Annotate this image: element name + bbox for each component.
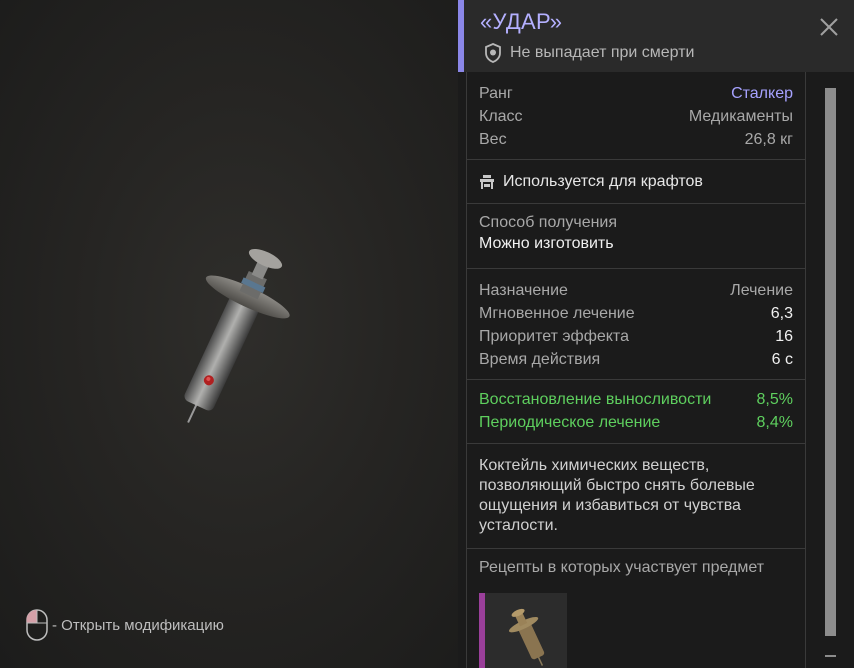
stat-value: Сталкер (731, 84, 793, 102)
item-details-panel: «УДАР» Не выпадает при смерти Ранг Сталк… (458, 0, 854, 668)
effect-row: Назначение Лечение (479, 279, 793, 302)
bonus-value: 8,4% (756, 413, 793, 431)
craft-usage-text: Используется для крафтов (503, 172, 703, 190)
obtain-value: Можно изготовить (479, 235, 614, 252)
stat-row-class: Класс Медикаменты (479, 105, 793, 128)
bonus-value: 8,5% (756, 390, 793, 408)
recipe-item-icon (509, 608, 545, 666)
obtain-section: Способ получения Можно изготовить (467, 204, 805, 269)
effect-value: 6 с (771, 350, 793, 368)
item-title: «УДАР» (480, 9, 563, 34)
open-modification-hint: - Открыть модификацию (26, 609, 224, 641)
item-header: «УДАР» Не выпадает при смерти (458, 0, 854, 72)
effect-value: 16 (775, 327, 793, 345)
close-icon[interactable] (818, 16, 840, 38)
stat-row-weight: Вес 26,8 кг (479, 128, 793, 151)
stat-label: Класс (479, 107, 523, 125)
details-content[interactable]: Ранг Сталкер Класс Медикаменты Вес 26,8 … (466, 72, 806, 668)
effect-label: Время действия (479, 350, 601, 368)
bonus-label: Восстановление выносливости (479, 390, 712, 408)
effect-label: Приоритет эффекта (479, 327, 629, 345)
effect-row: Приоритет эффекта 16 (479, 325, 793, 348)
shield-icon (485, 43, 501, 63)
recipe-item-card[interactable] (479, 593, 567, 668)
effect-value: Лечение (730, 281, 793, 299)
bonus-section: Восстановление выносливости 8,5% Периоди… (467, 380, 805, 444)
stat-value: 26,8 кг (744, 130, 793, 148)
workbench-icon (480, 174, 494, 189)
mouse-icon (26, 609, 48, 641)
bonus-label: Периодическое лечение (479, 413, 661, 431)
scrollbar-thumb[interactable] (825, 88, 836, 636)
no-drop-text: Не выпадает при смерти (510, 44, 695, 61)
bonus-row: Восстановление выносливости 8,5% (479, 388, 793, 411)
effect-label: Назначение (479, 281, 568, 299)
effects-section: Назначение Лечение Мгновенное лечение 6,… (467, 269, 805, 380)
stat-label: Вес (479, 130, 507, 148)
hint-text: - Открыть модификацию (52, 616, 224, 634)
item-description: Коктейль химических веществ, позволяющий… (479, 457, 755, 534)
recipes-label: Рецепты в которых участвует предмет (479, 559, 765, 576)
stats-section: Ранг Сталкер Класс Медикаменты Вес 26,8 … (467, 72, 805, 160)
stat-value: Медикаменты (688, 107, 793, 125)
effect-row: Мгновенное лечение 6,3 (479, 302, 793, 325)
details-scrollbar[interactable] (825, 88, 836, 636)
no-drop-status: Не выпадает при смерти (484, 43, 695, 63)
recipes-section: Рецепты в которых участвует предмет (467, 549, 805, 668)
syringe-model (184, 248, 290, 423)
stat-row-rank: Ранг Сталкер (479, 82, 793, 105)
bonus-row: Периодическое лечение 8,4% (479, 411, 793, 434)
scrollbar-end (825, 655, 836, 657)
effect-label: Мгновенное лечение (479, 304, 635, 322)
stat-label: Ранг (479, 84, 513, 102)
effect-row: Время действия 6 с (479, 348, 793, 371)
obtain-label: Способ получения (479, 214, 618, 231)
craft-usage-section: Используется для крафтов (467, 160, 805, 204)
description-section: Коктейль химических веществ, позволяющий… (467, 444, 805, 549)
effect-value: 6,3 (770, 304, 793, 322)
item-viewer[interactable]: - Открыть модификацию (0, 0, 458, 668)
